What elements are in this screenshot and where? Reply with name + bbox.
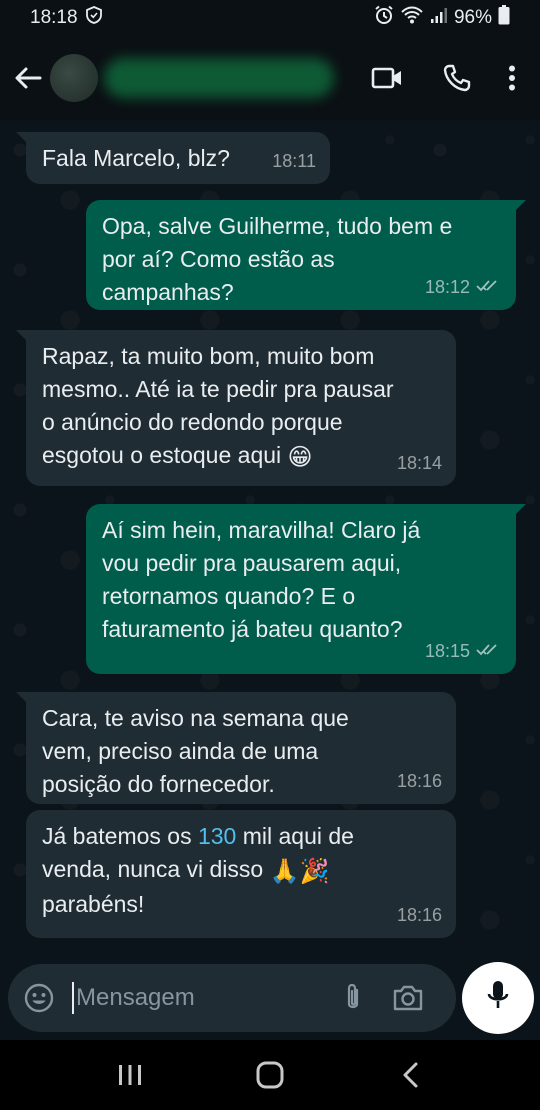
- back-arrow-icon[interactable]: [6, 56, 50, 100]
- status-right: 96%: [374, 5, 510, 31]
- message-time: 18:15: [424, 641, 470, 661]
- signal-icon: [430, 6, 448, 30]
- voice-call-icon[interactable]: [422, 50, 492, 106]
- status-time: 18:18: [30, 7, 78, 28]
- header-actions: [352, 50, 532, 106]
- message-meta: 18:12: [425, 271, 502, 304]
- contact-name-redacted[interactable]: [104, 58, 334, 98]
- pray-party-emoji: 🙏🎉: [269, 858, 330, 885]
- message-time: 18:12: [424, 277, 470, 297]
- message-time: 18:11: [272, 151, 316, 171]
- camera-icon[interactable]: [378, 970, 438, 1026]
- text-caret: [72, 982, 74, 1014]
- status-bar: 18:18 96%: [0, 0, 540, 36]
- message-time: 18:16: [396, 905, 442, 925]
- alarm-icon: [374, 5, 394, 31]
- message-text: parabéns!: [42, 891, 145, 917]
- system-nav-bar: [0, 1040, 540, 1110]
- message-text: Já batemos os: [42, 823, 198, 849]
- recent-apps-icon[interactable]: [100, 1045, 160, 1105]
- grinning-emoji: 😁: [287, 444, 313, 471]
- back-nav-icon[interactable]: [380, 1045, 440, 1105]
- chat-header: [0, 36, 540, 120]
- message-meta: 18:16: [397, 899, 442, 932]
- message-meta: 18:11: [272, 145, 316, 178]
- message-text: Cara, te aviso na semana que vem, precis…: [42, 705, 349, 797]
- double-check-icon: [476, 271, 502, 304]
- home-icon[interactable]: [240, 1045, 300, 1105]
- double-check-icon: [476, 635, 502, 668]
- wifi-icon: [400, 5, 424, 31]
- outgoing-message[interactable]: Opa, salve Guilherme, tudo bem e por aí?…: [86, 200, 516, 310]
- message-meta: 18:16: [397, 765, 442, 798]
- chat-area[interactable]: Fala Marcelo, blz? 18:11 Opa, salve Guil…: [0, 120, 540, 960]
- message-text: Aí sim hein, maravilha! Claro já vou ped…: [102, 517, 421, 642]
- message-meta: 18:15: [425, 635, 502, 668]
- incoming-message[interactable]: Rapaz, ta muito bom, muito bom mesmo.. A…: [26, 330, 456, 486]
- composer-bar: [0, 960, 540, 1040]
- incoming-message[interactable]: Já batemos os 130 mil aqui de venda, nun…: [26, 810, 456, 938]
- message-meta: 18:14: [397, 447, 442, 480]
- battery-icon: [498, 5, 510, 31]
- emoji-icon[interactable]: [8, 967, 70, 1029]
- highlighted-number[interactable]: 130: [198, 823, 236, 849]
- microphone-icon: [487, 980, 509, 1017]
- message-time: 18:14: [396, 453, 442, 473]
- avatar[interactable]: [50, 54, 98, 102]
- incoming-message[interactable]: Fala Marcelo, blz? 18:11: [26, 132, 330, 184]
- shield-icon: [85, 6, 102, 30]
- message-text: Rapaz, ta muito bom, muito bom mesmo.. A…: [42, 343, 394, 468]
- message-text-group: Rapaz, ta muito bom, muito bom mesmo.. A…: [42, 340, 440, 474]
- outgoing-message[interactable]: Aí sim hein, maravilha! Claro já vou ped…: [86, 504, 516, 674]
- message-input[interactable]: [76, 984, 326, 1012]
- menu-icon[interactable]: [492, 50, 532, 106]
- incoming-message[interactable]: Cara, te aviso na semana que vem, precis…: [26, 692, 456, 804]
- status-left: 18:18: [30, 6, 102, 30]
- message-input-pill: [8, 964, 456, 1032]
- video-call-icon[interactable]: [352, 50, 422, 106]
- message-time: 18:16: [396, 771, 442, 791]
- paperclip-icon[interactable]: [328, 970, 378, 1026]
- microphone-button[interactable]: [462, 962, 534, 1034]
- battery-percent: 96%: [453, 7, 492, 28]
- message-text-group: Já batemos os 130 mil aqui de venda, nun…: [42, 820, 440, 921]
